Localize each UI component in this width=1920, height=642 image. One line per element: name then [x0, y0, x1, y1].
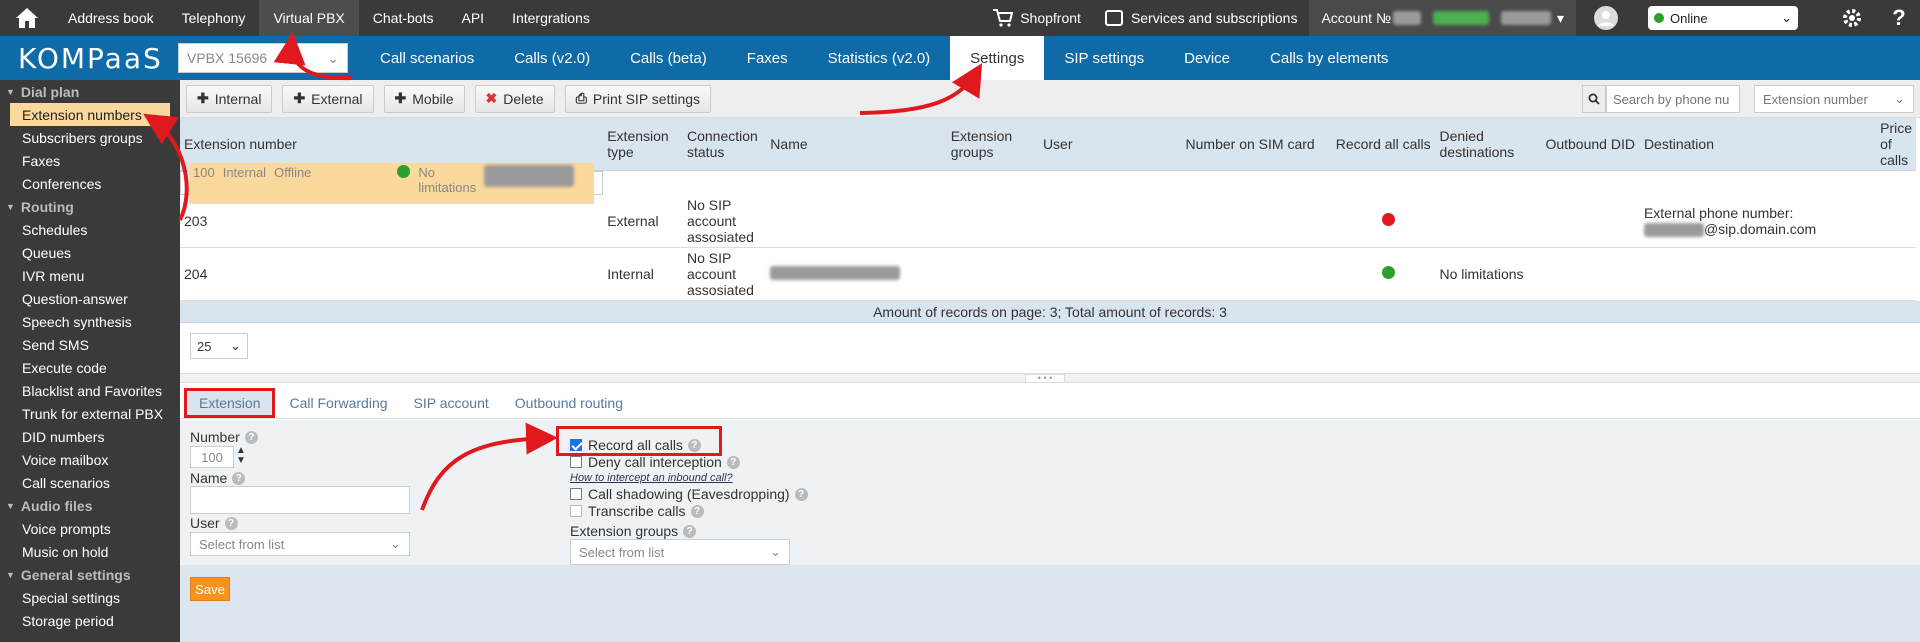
- arrow-extension-numbers: [143, 113, 189, 221]
- annotation-arrows: [143, 32, 983, 511]
- arrow-record-all-calls: [420, 422, 558, 511]
- arrow-settings: [859, 63, 983, 115]
- arrow-virtual-pbx: [273, 32, 353, 81]
